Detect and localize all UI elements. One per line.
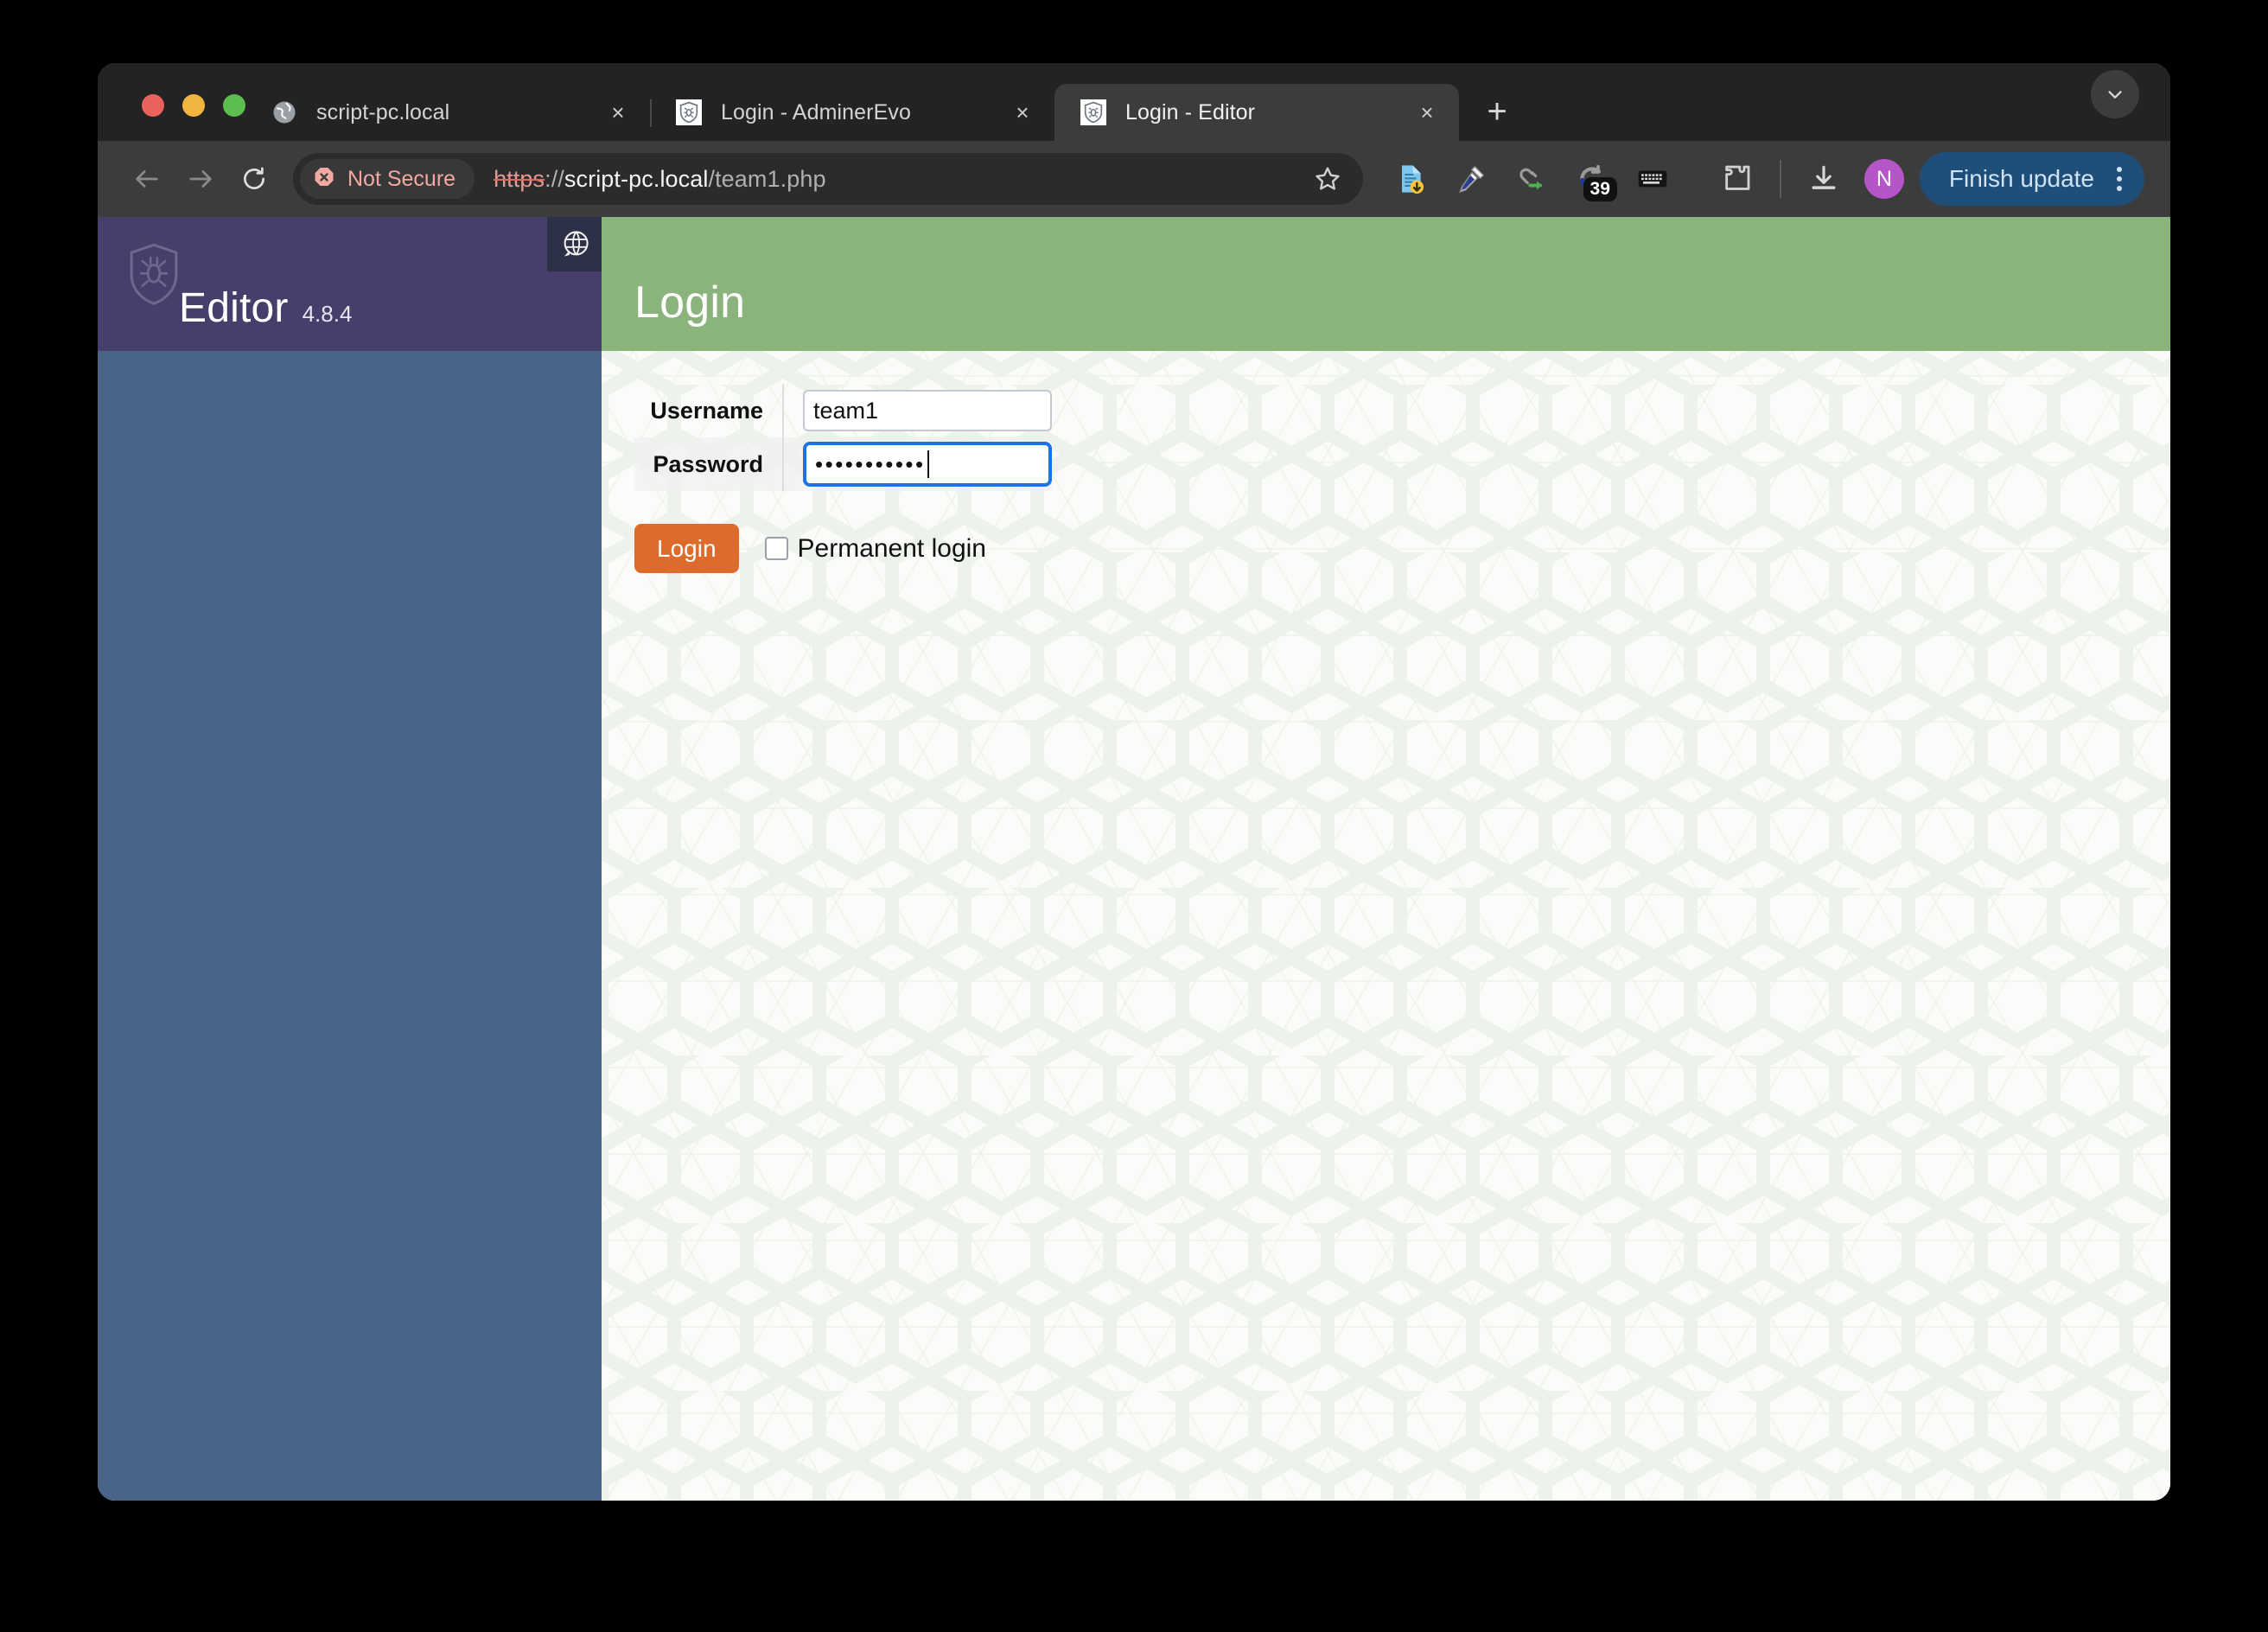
username-label: Username: [650, 397, 763, 424]
page-viewport: Editor 4.8.4 Login Username team1 Passwo…: [98, 217, 2170, 1501]
close-tab-button[interactable]: ×: [603, 98, 633, 127]
text-cursor: [927, 450, 929, 478]
permanent-login-field[interactable]: Permanent login: [764, 533, 986, 564]
tab-title: Login - AdminerEvo: [721, 99, 911, 124]
security-status-label: Not Secure: [347, 166, 456, 191]
page-header: Login: [602, 217, 2170, 351]
window-controls: [98, 94, 245, 141]
app-sidebar: Editor 4.8.4: [98, 217, 602, 1501]
avatar[interactable]: N: [1863, 159, 1904, 199]
url-host: script-pc.local: [564, 165, 709, 192]
login-form: Username team1 Password ••••••••••• Logi…: [602, 351, 2170, 574]
forward-button[interactable]: [174, 152, 227, 206]
new-tab-button[interactable]: +: [1471, 86, 1523, 137]
address-bar[interactable]: Not Secure https://script-pc.local/team1…: [293, 153, 1363, 205]
close-tab-button[interactable]: ×: [1008, 98, 1037, 127]
page-content: Login Username team1 Password ••••••••••…: [602, 217, 2170, 1501]
username-input[interactable]: team1: [803, 390, 1052, 431]
username-input-cell: team1: [783, 384, 1052, 437]
globe-speech-icon[interactable]: [547, 217, 602, 271]
not-secure-icon: [312, 165, 336, 194]
finish-update-button[interactable]: Finish update: [1919, 152, 2144, 206]
shield-bug-icon: [676, 99, 702, 125]
tab-strip-right: [2091, 70, 2170, 141]
password-label-cell: Password: [634, 437, 784, 491]
page-title: Login: [634, 277, 746, 328]
shield-bug-logo: [125, 241, 182, 313]
username-label-cell: Username: [634, 384, 784, 437]
table-row: Password •••••••••••: [634, 437, 1052, 491]
password-masked-value: •••••••••••: [815, 451, 926, 477]
login-button[interactable]: Login: [634, 524, 739, 574]
back-button[interactable]: [120, 152, 174, 206]
tab-list: script-pc.local × Login - AdminerEvo × L…: [245, 63, 1523, 141]
app-version: 4.8.4: [302, 301, 353, 327]
login-fields-table: Username team1 Password •••••••••••: [634, 384, 1052, 491]
sidebar-body: [98, 351, 602, 1501]
shield-bug-icon: [1080, 99, 1106, 125]
sync-badge-count: 39: [1583, 176, 1617, 201]
app-brand: Editor 4.8.4: [179, 284, 352, 332]
close-window-button[interactable]: [142, 94, 164, 117]
url-scheme: https: [494, 165, 545, 192]
form-actions: Login Permanent login: [634, 524, 2170, 574]
url-separator: ://: [545, 165, 564, 192]
tab-title: Login - Editor: [1125, 99, 1256, 124]
download-icon[interactable]: [1797, 152, 1851, 206]
tab-strip: script-pc.local × Login - AdminerEvo × L…: [98, 63, 2170, 141]
reload-button[interactable]: [227, 152, 281, 206]
finish-update-label: Finish update: [1948, 165, 2094, 192]
toolbar-divider: [1779, 160, 1781, 198]
password-input[interactable]: •••••••••••: [803, 442, 1052, 487]
sync-icon[interactable]: 39: [1565, 152, 1619, 206]
eyedropper-icon[interactable]: [1444, 152, 1498, 206]
sidebar-header: Editor 4.8.4: [98, 217, 602, 351]
browser-window: script-pc.local × Login - AdminerEvo × L…: [98, 63, 2170, 1501]
document-download-icon[interactable]: [1384, 152, 1437, 206]
tab-title: script-pc.local: [316, 99, 450, 124]
kebab-menu-icon[interactable]: [2108, 167, 2131, 191]
security-status-badge[interactable]: Not Secure: [300, 159, 475, 199]
app-name: Editor: [179, 285, 289, 331]
star-icon[interactable]: [1304, 156, 1351, 202]
close-tab-button[interactable]: ×: [1412, 98, 1442, 127]
url-text: https://script-pc.local/team1.php: [494, 166, 826, 193]
globe-icon: [271, 99, 297, 125]
chevron-down-icon[interactable]: [2091, 70, 2139, 118]
password-input-cell: •••••••••••: [783, 437, 1052, 491]
tab-login-adminerevo[interactable]: Login - AdminerEvo ×: [650, 84, 1054, 141]
browser-toolbar: Not Secure https://script-pc.local/team1…: [98, 141, 2170, 217]
link-share-icon[interactable]: [1505, 152, 1558, 206]
minimize-window-button[interactable]: [182, 94, 205, 117]
tab-login-editor[interactable]: Login - Editor ×: [1054, 84, 1459, 141]
table-row: Username team1: [634, 384, 1052, 437]
password-label: Password: [653, 450, 763, 477]
keyboard-icon[interactable]: [1626, 152, 1679, 206]
tab-script-pc-local[interactable]: script-pc.local ×: [245, 84, 650, 141]
permanent-login-label: Permanent login: [797, 533, 986, 563]
permanent-login-checkbox[interactable]: [764, 537, 788, 561]
puzzle-piece-icon[interactable]: [1711, 152, 1764, 206]
zoom-window-button[interactable]: [223, 94, 245, 117]
tab-separator: [650, 99, 652, 127]
url-path: /team1.php: [708, 165, 826, 192]
